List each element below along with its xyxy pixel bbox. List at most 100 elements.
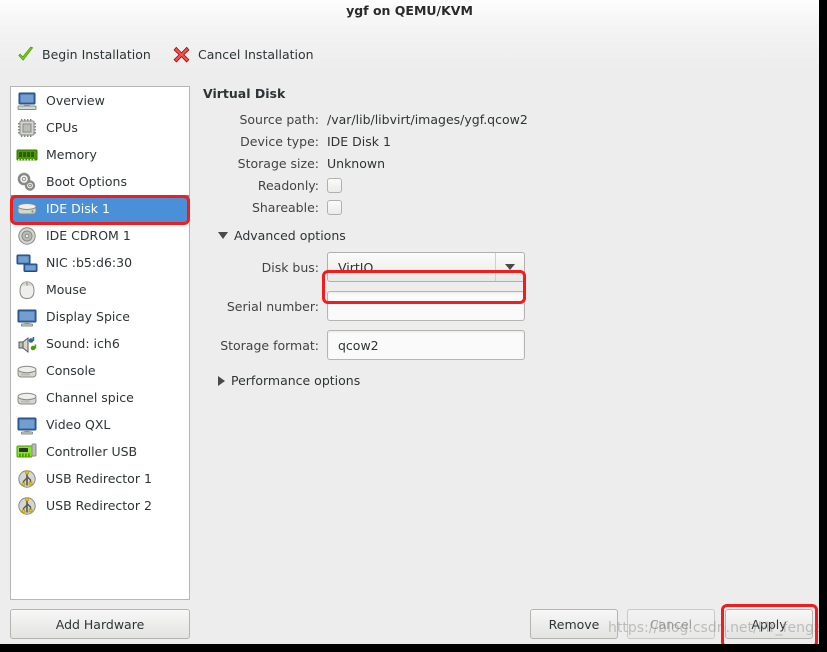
field-serial-number: Serial number: [203,291,803,321]
usb-icon [16,496,38,516]
field-storage-size: Storage size: Unknown [203,156,803,171]
sidebar-item-label: Memory [46,147,97,162]
sidebar-item-label: Channel spice [46,390,134,405]
field-readonly: Readonly: [203,178,803,193]
sidebar-item-display-spice[interactable]: Display Spice [11,303,189,330]
window-title: ygf on QEMU/KVM [0,3,819,18]
check-icon [16,45,35,64]
begin-installation-label: Begin Installation [42,47,151,62]
cpu-icon [16,118,38,138]
sidebar-item-label: Video QXL [46,417,110,432]
sidebar-item-label: USB Redirector 2 [46,498,152,513]
sidebar-item-label: Mouse [46,282,87,297]
apply-label: Apply [751,617,786,632]
sidebar-item-usb-redirector-1[interactable]: USB Redirector 1 [11,465,189,492]
video-icon [16,415,38,435]
remove-label: Remove [549,617,600,632]
storage-size-value: Unknown [327,156,385,171]
sidebar-item-label: Console [46,363,96,378]
sidebar-item-boot-options[interactable]: Boot Options [11,168,189,195]
serial-number-input[interactable] [327,291,525,321]
sidebar-item-label: Overview [46,93,105,108]
usb-icon [16,469,38,489]
sidebar-item-channel-spice[interactable]: Channel spice [11,384,189,411]
sidebar-item-cpus[interactable]: CPUs [11,114,189,141]
mouse-icon [16,280,38,300]
performance-options-expander[interactable]: Performance options [218,373,803,388]
sidebar-item-video-qxl[interactable]: Video QXL [11,411,189,438]
computer-icon [16,91,38,111]
sidebar-item-label: NIC :b5:d6:30 [46,255,132,270]
performance-options-label: Performance options [231,373,360,388]
sidebar-item-sound-ich6[interactable]: Sound: ich6 [11,330,189,357]
source-path-label: Source path: [203,112,327,127]
cancel-installation-label: Cancel Installation [198,47,314,62]
sidebar-item-ide-disk-1[interactable]: IDE Disk 1 [11,195,189,222]
harddisk-icon [16,199,38,219]
advanced-options-label: Advanced options [234,228,346,243]
gears-icon [16,172,38,192]
memory-icon [16,145,38,165]
field-source-path: Source path: /var/lib/libvirt/images/ygf… [203,112,803,127]
sidebar-item-console[interactable]: Console [11,357,189,384]
disk-bus-select[interactable]: VirtIO [327,252,525,282]
controller-icon [16,442,38,462]
page-title: Virtual Disk [203,86,803,101]
readonly-label: Readonly: [203,178,327,193]
sidebar-item-memory[interactable]: Memory [11,141,189,168]
sidebar-item-mouse[interactable]: Mouse [11,276,189,303]
disk-bus-value: VirtIO [328,260,373,275]
display-icon [16,307,38,327]
advanced-options-expander[interactable]: Advanced options [218,228,803,243]
sidebar-item-label: Display Spice [46,309,130,324]
sidebar-item-label: IDE Disk 1 [46,201,110,216]
shareable-checkbox[interactable] [327,200,342,215]
field-shareable: Shareable: [203,200,803,215]
begin-installation-button[interactable]: Begin Installation [12,42,155,67]
sidebar-item-label: Boot Options [46,174,127,189]
chevron-down-icon [218,232,228,239]
sidebar-item-usb-redirector-2[interactable]: USB Redirector 2 [11,492,189,519]
sidebar-item-controller-usb[interactable]: Controller USB [11,438,189,465]
sound-icon [16,334,38,354]
disk-bus-label: Disk bus: [203,260,327,275]
sidebar-item-label: USB Redirector 1 [46,471,152,486]
field-disk-bus: Disk bus: VirtIO [203,252,803,282]
field-storage-format: Storage format: qcow2 [203,330,803,360]
serial-number-label: Serial number: [203,299,327,314]
chevron-down-icon[interactable] [495,253,524,281]
cancel-label: Cancel [650,617,692,632]
storage-format-input[interactable]: qcow2 [327,330,525,360]
sidebar-item-label: Sound: ich6 [46,336,120,351]
device-type-label: Device type: [203,134,327,149]
cancel-button[interactable]: Cancel [627,609,715,639]
console-icon [16,361,38,381]
apply-button[interactable]: Apply [725,609,813,639]
shareable-label: Shareable: [203,200,327,215]
network-icon [16,253,38,273]
x-icon [172,45,191,64]
chevron-right-icon [218,376,225,386]
sidebar-item-overview[interactable]: Overview [11,87,189,114]
cancel-installation-button[interactable]: Cancel Installation [168,42,318,67]
sidebar-item-label: Controller USB [46,444,137,459]
readonly-checkbox[interactable] [327,178,342,193]
field-device-type: Device type: IDE Disk 1 [203,134,803,149]
cdrom-icon [16,226,38,246]
storage-size-label: Storage size: [203,156,327,171]
source-path-value: /var/lib/libvirt/images/ygf.qcow2 [327,112,528,127]
virtual-disk-panel: Virtual Disk Source path: /var/lib/libvi… [203,86,803,397]
sidebar-item-nic-b5-d6-30[interactable]: NIC :b5:d6:30 [11,249,189,276]
hardware-list[interactable]: Overview CPUs Memory Boot Options IDE Disk 1… [10,86,190,600]
sidebar-item-ide-cdrom-1[interactable]: IDE CDROM 1 [11,222,189,249]
device-type-value: IDE Disk 1 [327,134,391,149]
channel-icon [16,388,38,408]
storage-format-label: Storage format: [203,338,327,353]
toolbar: Begin Installation Cancel Installation [0,40,819,72]
vm-details-window: ygf on QEMU/KVM Begin Installation Cance… [0,0,819,644]
add-hardware-label: Add Hardware [56,617,145,632]
remove-button[interactable]: Remove [530,609,618,639]
sidebar-item-label: IDE CDROM 1 [46,228,131,243]
add-hardware-button[interactable]: Add Hardware [10,609,190,639]
sidebar-item-label: CPUs [46,120,78,135]
